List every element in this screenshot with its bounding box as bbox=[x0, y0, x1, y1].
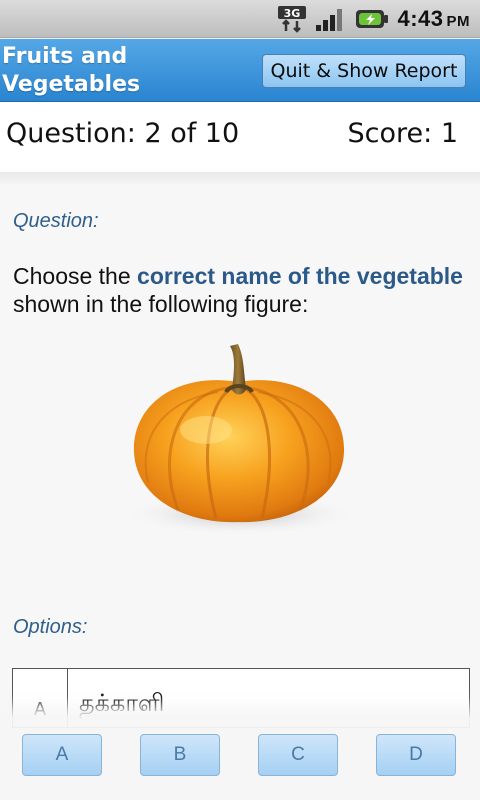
question-content[interactable]: Question: Choose the correct name of the… bbox=[0, 184, 480, 728]
signal-icon bbox=[315, 6, 347, 32]
app-title-bar: Fruits and Vegetables Quit & Show Report bbox=[0, 39, 480, 102]
score-display: Score: 1 bbox=[347, 118, 458, 149]
status-bar: 3G 4:43 PM bbox=[0, 0, 480, 38]
answer-button-c[interactable]: C bbox=[258, 734, 338, 776]
3g-data-icon: 3G bbox=[277, 5, 307, 33]
question-label: Question: bbox=[13, 210, 99, 232]
question-highlight: correct name of the vegetable bbox=[137, 263, 463, 289]
question-progress: Question: 2 of 10 bbox=[6, 118, 240, 149]
quiz-status-header: Question: 2 of 10 Score: 1 bbox=[0, 102, 480, 172]
svg-text:3G: 3G bbox=[284, 7, 301, 20]
header-divider bbox=[0, 172, 480, 184]
answer-button-d[interactable]: D bbox=[376, 734, 456, 776]
app-title: Fruits and Vegetables bbox=[2, 44, 141, 97]
answer-button-bar: A B C D bbox=[0, 716, 480, 800]
answer-button-b[interactable]: B bbox=[140, 734, 220, 776]
battery-charging-icon bbox=[355, 6, 389, 32]
quit-show-report-button[interactable]: Quit & Show Report bbox=[262, 54, 466, 88]
status-time: 4:43 PM bbox=[397, 5, 470, 31]
options-label: Options: bbox=[13, 616, 88, 638]
answer-button-a[interactable]: A bbox=[22, 734, 102, 776]
question-text: Choose the correct name of the vegetable… bbox=[13, 263, 463, 317]
pumpkin-image bbox=[118, 342, 358, 542]
